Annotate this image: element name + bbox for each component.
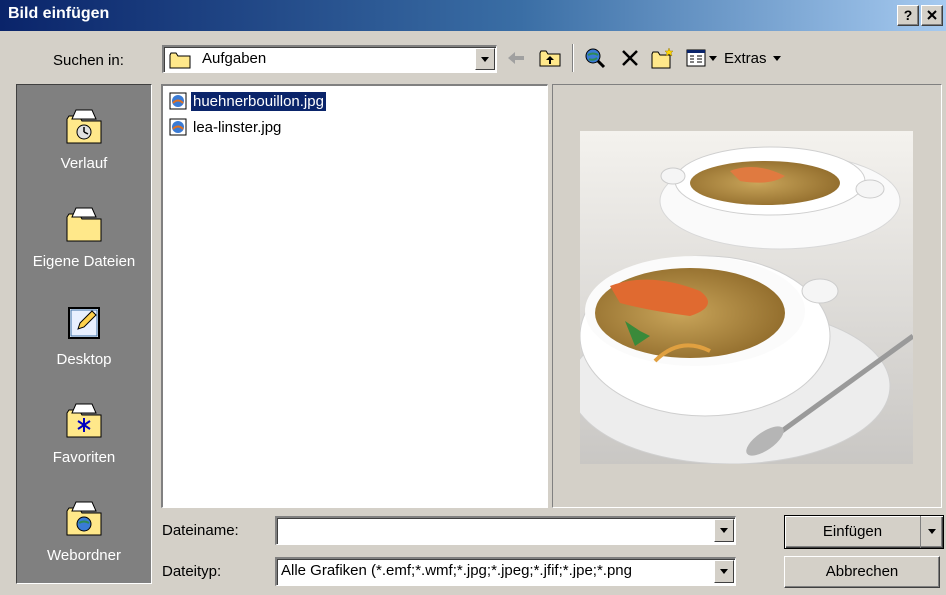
lookin-dropdown[interactable]: Aufgaben	[162, 45, 497, 73]
insert-dropdown-arrow[interactable]	[922, 516, 943, 548]
up-folder-icon	[539, 50, 561, 67]
close-button[interactable]	[921, 5, 943, 26]
back-arrow-icon	[508, 52, 524, 64]
filetype-label: Dateityp:	[162, 563, 222, 580]
views-button[interactable]	[684, 46, 708, 70]
back-button[interactable]	[504, 46, 528, 70]
title-bar[interactable]: Bild einfügen ?	[0, 0, 946, 31]
filename-input[interactable]	[275, 516, 736, 545]
filetype-dropdown[interactable]: Alle Grafiken (*.emf;*.wmf;*.jpg;*.jpeg;…	[275, 557, 736, 586]
place-label: Desktop	[56, 351, 112, 368]
extras-menu-button[interactable]: Extras	[724, 46, 814, 70]
desktop-icon	[68, 307, 100, 339]
jpg-file-icon	[169, 118, 187, 136]
new-folder-icon	[651, 47, 674, 69]
web-folders-icon	[66, 501, 102, 536]
lookin-dropdown-arrow[interactable]	[475, 48, 495, 70]
up-one-level-button[interactable]	[538, 46, 562, 70]
file-name: huehnerbouillon.jpg	[191, 91, 326, 111]
place-label: Webordner	[47, 547, 121, 564]
place-desktop[interactable]: Desktop	[17, 303, 151, 368]
places-bar: Verlauf Eigene Dateien Desktop Favoriten…	[16, 84, 152, 584]
place-label: Verlauf	[60, 155, 108, 172]
chevron-down-icon	[709, 55, 717, 61]
place-label: Favoriten	[52, 449, 116, 466]
place-my-documents[interactable]: Eigene Dateien	[17, 205, 151, 270]
lookin-value: Aufgaben	[202, 50, 267, 67]
chevron-down-icon	[928, 529, 936, 534]
search-web-button[interactable]	[583, 46, 607, 70]
filetype-value: Alle Grafiken (*.emf;*.wmf;*.jpg;*.jpeg;…	[281, 562, 632, 579]
file-name: lea-linster.jpg	[193, 118, 282, 136]
views-icon	[686, 49, 706, 67]
delete-button[interactable]	[618, 46, 642, 70]
extras-label: Extras	[724, 49, 767, 67]
window-title: Bild einfügen	[8, 5, 110, 22]
place-label: Eigene Dateien	[32, 253, 136, 270]
globe-search-icon	[585, 48, 606, 69]
history-folder-icon	[66, 109, 102, 144]
place-web-folders[interactable]: Webordner	[17, 499, 151, 564]
lookin-label: Suchen in:	[53, 52, 124, 69]
jpg-file-icon	[169, 92, 187, 110]
place-history[interactable]: Verlauf	[17, 107, 151, 172]
preview-image	[580, 131, 913, 464]
file-list[interactable]: huehnerbouillon.jpg lea-linster.jpg	[161, 84, 548, 508]
filename-dropdown-arrow[interactable]	[714, 519, 734, 542]
cancel-button[interactable]: Abbrechen	[784, 556, 940, 588]
preview-pane	[552, 84, 942, 508]
place-favorites[interactable]: Favoriten	[17, 401, 151, 466]
new-folder-button[interactable]	[651, 46, 675, 70]
views-dropdown-arrow[interactable]	[706, 46, 720, 70]
delete-icon	[622, 50, 638, 66]
favorites-folder-icon	[66, 403, 102, 438]
chevron-down-icon	[772, 55, 781, 61]
file-item[interactable]: lea-linster.jpg	[169, 116, 283, 138]
filetype-dropdown-arrow[interactable]	[714, 560, 734, 583]
close-icon	[927, 10, 937, 20]
toolbar-separator	[572, 44, 574, 72]
help-button[interactable]: ?	[897, 5, 919, 26]
file-item[interactable]: huehnerbouillon.jpg	[169, 90, 326, 112]
filename-label: Dateiname:	[162, 522, 239, 539]
folder-icon	[169, 52, 191, 69]
insert-picture-dialog: Bild einfügen ? Suchen in: Aufgaben Extr…	[0, 0, 946, 595]
insert-button-group: Einfügen	[784, 515, 944, 549]
my-documents-folder-icon	[66, 207, 102, 242]
insert-button[interactable]: Einfügen	[785, 516, 921, 548]
